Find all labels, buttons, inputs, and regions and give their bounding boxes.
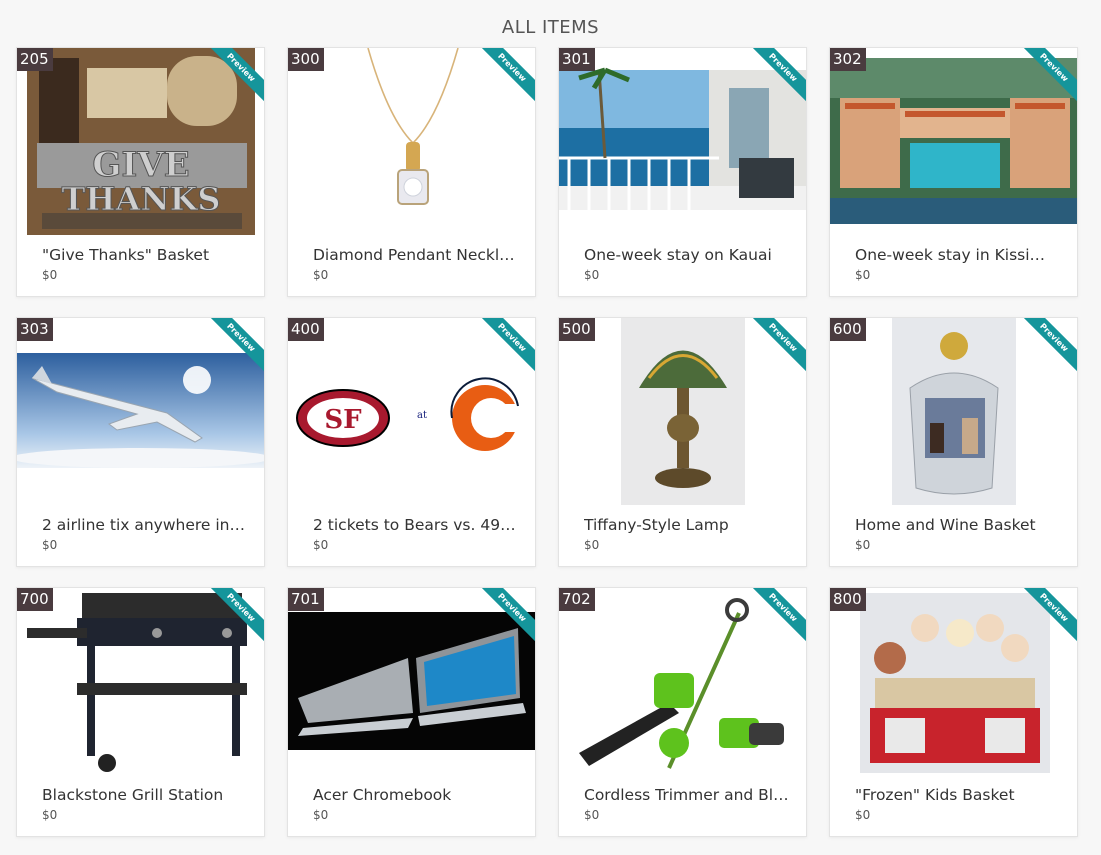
preview-ribbon-label: Preview [750, 318, 806, 374]
lot-number-badge: 205 [17, 48, 53, 71]
item-title[interactable]: One-week stay on Kauai [584, 246, 789, 264]
preview-ribbon: Preview [208, 48, 264, 104]
preview-ribbon-label: Preview [750, 48, 806, 104]
item-card[interactable]: GIVE THANKS 205 Preview "Give Thanks" Ba… [16, 47, 265, 297]
preview-ribbon-label: Preview [479, 588, 535, 644]
section-title: ALL ITEMS [501, 17, 600, 38]
preview-ribbon-label: Preview [479, 48, 535, 104]
lot-number-badge: 600 [830, 318, 866, 341]
preview-ribbon: Preview [750, 588, 806, 644]
preview-ribbon-label: Preview [1021, 318, 1077, 374]
item-card[interactable]: 300 Preview Diamond Pendant Necklace $0 [287, 47, 536, 297]
preview-ribbon: Preview [479, 48, 535, 104]
item-card[interactable]: 500 Preview Tiffany-Style Lamp $0 [558, 317, 807, 567]
item-price: $0 [313, 268, 329, 282]
preview-ribbon-label: Preview [750, 588, 806, 644]
svg-text:THANKS: THANKS [61, 180, 220, 218]
preview-ribbon: Preview [750, 318, 806, 374]
item-card[interactable]: 701 Preview Acer Chromebook $0 [287, 587, 536, 837]
lot-number-badge: 300 [288, 48, 324, 71]
item-title[interactable]: Cordless Trimmer and Blower [584, 786, 789, 804]
lot-number-badge: 500 [559, 318, 595, 341]
item-card[interactable]: 600 Preview Home and Wine Basket $0 [829, 317, 1078, 567]
item-price: $0 [584, 268, 600, 282]
item-price: $0 [855, 268, 871, 282]
preview-ribbon: Preview [1021, 588, 1077, 644]
lot-number-badge: 701 [288, 588, 324, 611]
item-price: $0 [42, 808, 58, 822]
item-price: $0 [42, 538, 58, 552]
item-title[interactable]: Blackstone Grill Station [42, 786, 247, 804]
preview-ribbon-label: Preview [1021, 588, 1077, 644]
item-card[interactable]: 800 Preview "Frozen" Kids Basket $0 [829, 587, 1078, 837]
preview-ribbon-label: Preview [208, 318, 264, 374]
item-card[interactable]: 303 Preview 2 airline tix anywhere in th… [16, 317, 265, 567]
lot-number-badge: 700 [17, 588, 53, 611]
preview-ribbon: Preview [750, 48, 806, 104]
item-price: $0 [855, 538, 871, 552]
lot-number-badge: 800 [830, 588, 866, 611]
preview-ribbon: Preview [479, 588, 535, 644]
lot-number-badge: 702 [559, 588, 595, 611]
item-title[interactable]: Tiffany-Style Lamp [584, 516, 789, 534]
team-logo-left-text: SF [324, 405, 362, 435]
item-price: $0 [42, 268, 58, 282]
item-price: $0 [584, 538, 600, 552]
item-price: $0 [855, 808, 871, 822]
item-card[interactable]: 702 Preview Cordless Trimmer and Blower … [558, 587, 807, 837]
item-title[interactable]: "Frozen" Kids Basket [855, 786, 1060, 804]
item-title[interactable]: Home and Wine Basket [855, 516, 1060, 534]
item-title[interactable]: Diamond Pendant Necklace [313, 246, 518, 264]
item-card[interactable]: 301 Preview One-week stay on Kauai $0 [558, 47, 807, 297]
preview-ribbon-label: Preview [479, 318, 535, 374]
item-title[interactable]: One-week stay in Kissimmee [855, 246, 1060, 264]
item-price: $0 [313, 808, 329, 822]
item-card[interactable]: 700 Preview Blackstone Grill Station $0 [16, 587, 265, 837]
lot-number-badge: 400 [288, 318, 324, 341]
preview-ribbon: Preview [1021, 318, 1077, 374]
items-grid: GIVE THANKS 205 Preview "Give Thanks" Ba… [16, 47, 1078, 837]
item-title[interactable]: 2 tickets to Bears vs. 49ers [313, 516, 518, 534]
item-card[interactable]: 302 Preview One-week stay in Kissimmee $… [829, 47, 1078, 297]
lot-number-badge: 303 [17, 318, 53, 341]
preview-ribbon-label: Preview [208, 588, 264, 644]
lot-number-badge: 301 [559, 48, 595, 71]
preview-ribbon: Preview [208, 318, 264, 374]
item-title[interactable]: Acer Chromebook [313, 786, 518, 804]
preview-ribbon: Preview [208, 588, 264, 644]
preview-ribbon: Preview [1021, 48, 1077, 104]
lot-number-badge: 302 [830, 48, 866, 71]
item-title[interactable]: "Give Thanks" Basket [42, 246, 247, 264]
item-price: $0 [584, 808, 600, 822]
preview-ribbon-label: Preview [1021, 48, 1077, 104]
item-card[interactable]: SF at 400 Preview 2 tickets to Bears vs.… [287, 317, 536, 567]
item-price: $0 [313, 538, 329, 552]
preview-ribbon: Preview [479, 318, 535, 374]
preview-ribbon-label: Preview [208, 48, 264, 104]
logo-separator-text: at [417, 410, 427, 421]
svg-text:GIVE: GIVE [92, 145, 189, 185]
item-title[interactable]: 2 airline tix anywhere in the US [42, 516, 247, 534]
